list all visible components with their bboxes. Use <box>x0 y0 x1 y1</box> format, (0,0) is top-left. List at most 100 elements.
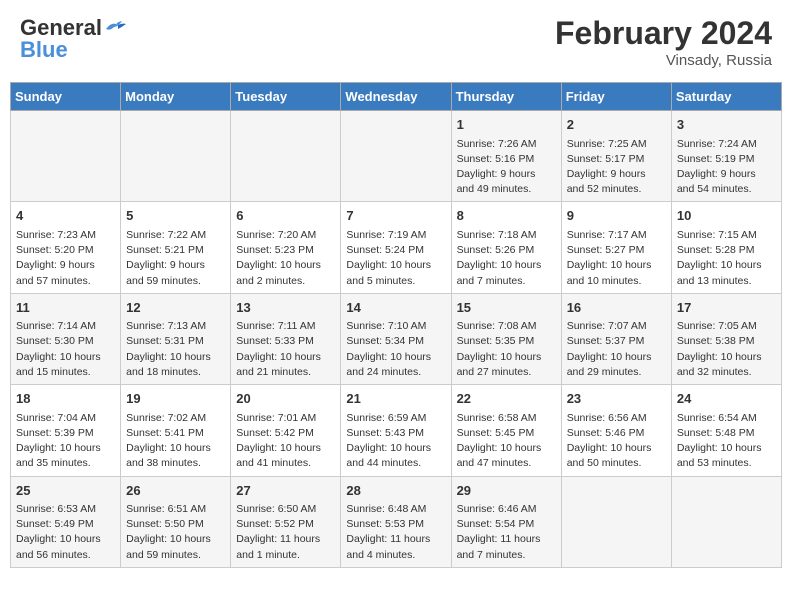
day-info: Sunrise: 7:23 AMSunset: 5:20 PMDaylight:… <box>16 228 115 289</box>
calendar-cell <box>121 111 231 202</box>
day-number: 27 <box>236 481 335 501</box>
day-number: 9 <box>567 206 666 226</box>
day-number: 28 <box>346 481 445 501</box>
day-number: 15 <box>457 298 556 318</box>
calendar-week-2: 4Sunrise: 7:23 AMSunset: 5:20 PMDaylight… <box>11 202 782 293</box>
day-info: Sunrise: 7:05 AMSunset: 5:38 PMDaylight:… <box>677 319 776 380</box>
location: Vinsady, Russia <box>555 52 772 69</box>
day-number: 7 <box>346 206 445 226</box>
header-row: Sunday Monday Tuesday Wednesday Thursday… <box>11 83 782 111</box>
day-info: Sunrise: 7:18 AMSunset: 5:26 PMDaylight:… <box>457 228 556 289</box>
calendar-cell: 13Sunrise: 7:11 AMSunset: 5:33 PMDayligh… <box>231 293 341 384</box>
day-info: Sunrise: 7:08 AMSunset: 5:35 PMDaylight:… <box>457 319 556 380</box>
day-number: 14 <box>346 298 445 318</box>
calendar-cell: 25Sunrise: 6:53 AMSunset: 5:49 PMDayligh… <box>11 476 121 567</box>
day-info: Sunrise: 6:50 AMSunset: 5:52 PMDaylight:… <box>236 502 335 563</box>
logo: General Blue <box>20 15 126 63</box>
calendar-cell: 23Sunrise: 6:56 AMSunset: 5:46 PMDayligh… <box>561 385 671 476</box>
day-number: 26 <box>126 481 225 501</box>
calendar-cell: 14Sunrise: 7:10 AMSunset: 5:34 PMDayligh… <box>341 293 451 384</box>
day-info: Sunrise: 6:58 AMSunset: 5:45 PMDaylight:… <box>457 411 556 472</box>
calendar-week-1: 1Sunrise: 7:26 AMSunset: 5:16 PMDaylight… <box>11 111 782 202</box>
calendar-cell: 27Sunrise: 6:50 AMSunset: 5:52 PMDayligh… <box>231 476 341 567</box>
title-block: February 2024 Vinsady, Russia <box>555 15 772 69</box>
col-friday: Friday <box>561 83 671 111</box>
col-tuesday: Tuesday <box>231 83 341 111</box>
calendar-cell: 26Sunrise: 6:51 AMSunset: 5:50 PMDayligh… <box>121 476 231 567</box>
day-info: Sunrise: 7:17 AMSunset: 5:27 PMDaylight:… <box>567 228 666 289</box>
calendar-cell <box>341 111 451 202</box>
day-info: Sunrise: 6:48 AMSunset: 5:53 PMDaylight:… <box>346 502 445 563</box>
calendar-week-4: 18Sunrise: 7:04 AMSunset: 5:39 PMDayligh… <box>11 385 782 476</box>
day-info: Sunrise: 7:14 AMSunset: 5:30 PMDaylight:… <box>16 319 115 380</box>
day-info: Sunrise: 7:19 AMSunset: 5:24 PMDaylight:… <box>346 228 445 289</box>
calendar-cell: 22Sunrise: 6:58 AMSunset: 5:45 PMDayligh… <box>451 385 561 476</box>
calendar-cell <box>11 111 121 202</box>
calendar-week-3: 11Sunrise: 7:14 AMSunset: 5:30 PMDayligh… <box>11 293 782 384</box>
day-number: 23 <box>567 389 666 409</box>
day-number: 2 <box>567 115 666 135</box>
calendar-cell: 17Sunrise: 7:05 AMSunset: 5:38 PMDayligh… <box>671 293 781 384</box>
day-info: Sunrise: 7:01 AMSunset: 5:42 PMDaylight:… <box>236 411 335 472</box>
day-number: 18 <box>16 389 115 409</box>
calendar-cell: 4Sunrise: 7:23 AMSunset: 5:20 PMDaylight… <box>11 202 121 293</box>
day-number: 22 <box>457 389 556 409</box>
calendar-cell: 2Sunrise: 7:25 AMSunset: 5:17 PMDaylight… <box>561 111 671 202</box>
page-header: General Blue February 2024 Vinsady, Russ… <box>10 10 782 74</box>
day-info: Sunrise: 7:15 AMSunset: 5:28 PMDaylight:… <box>677 228 776 289</box>
calendar-cell: 18Sunrise: 7:04 AMSunset: 5:39 PMDayligh… <box>11 385 121 476</box>
calendar-cell <box>671 476 781 567</box>
calendar-header: Sunday Monday Tuesday Wednesday Thursday… <box>11 83 782 111</box>
day-number: 16 <box>567 298 666 318</box>
col-wednesday: Wednesday <box>341 83 451 111</box>
day-info: Sunrise: 6:59 AMSunset: 5:43 PMDaylight:… <box>346 411 445 472</box>
calendar-cell: 8Sunrise: 7:18 AMSunset: 5:26 PMDaylight… <box>451 202 561 293</box>
day-number: 6 <box>236 206 335 226</box>
logo-blue: Blue <box>20 37 68 63</box>
day-number: 13 <box>236 298 335 318</box>
day-info: Sunrise: 7:22 AMSunset: 5:21 PMDaylight:… <box>126 228 225 289</box>
day-info: Sunrise: 7:04 AMSunset: 5:39 PMDaylight:… <box>16 411 115 472</box>
month-title: February 2024 <box>555 15 772 52</box>
day-info: Sunrise: 7:20 AMSunset: 5:23 PMDaylight:… <box>236 228 335 289</box>
calendar-cell: 11Sunrise: 7:14 AMSunset: 5:30 PMDayligh… <box>11 293 121 384</box>
calendar-cell: 5Sunrise: 7:22 AMSunset: 5:21 PMDaylight… <box>121 202 231 293</box>
calendar-cell: 6Sunrise: 7:20 AMSunset: 5:23 PMDaylight… <box>231 202 341 293</box>
day-info: Sunrise: 6:56 AMSunset: 5:46 PMDaylight:… <box>567 411 666 472</box>
day-info: Sunrise: 6:54 AMSunset: 5:48 PMDaylight:… <box>677 411 776 472</box>
col-monday: Monday <box>121 83 231 111</box>
day-number: 17 <box>677 298 776 318</box>
day-number: 24 <box>677 389 776 409</box>
calendar-cell: 28Sunrise: 6:48 AMSunset: 5:53 PMDayligh… <box>341 476 451 567</box>
calendar-cell: 15Sunrise: 7:08 AMSunset: 5:35 PMDayligh… <box>451 293 561 384</box>
day-number: 25 <box>16 481 115 501</box>
calendar-cell: 16Sunrise: 7:07 AMSunset: 5:37 PMDayligh… <box>561 293 671 384</box>
day-number: 21 <box>346 389 445 409</box>
day-info: Sunrise: 7:24 AMSunset: 5:19 PMDaylight:… <box>677 137 776 198</box>
day-info: Sunrise: 7:25 AMSunset: 5:17 PMDaylight:… <box>567 137 666 198</box>
calendar-cell: 10Sunrise: 7:15 AMSunset: 5:28 PMDayligh… <box>671 202 781 293</box>
day-number: 10 <box>677 206 776 226</box>
col-sunday: Sunday <box>11 83 121 111</box>
day-info: Sunrise: 7:07 AMSunset: 5:37 PMDaylight:… <box>567 319 666 380</box>
calendar-cell: 3Sunrise: 7:24 AMSunset: 5:19 PMDaylight… <box>671 111 781 202</box>
calendar-cell: 12Sunrise: 7:13 AMSunset: 5:31 PMDayligh… <box>121 293 231 384</box>
logo-bird-icon <box>104 19 126 37</box>
calendar-body: 1Sunrise: 7:26 AMSunset: 5:16 PMDaylight… <box>11 111 782 568</box>
day-number: 3 <box>677 115 776 135</box>
day-info: Sunrise: 6:53 AMSunset: 5:49 PMDaylight:… <box>16 502 115 563</box>
day-number: 29 <box>457 481 556 501</box>
calendar-cell: 19Sunrise: 7:02 AMSunset: 5:41 PMDayligh… <box>121 385 231 476</box>
day-info: Sunrise: 7:26 AMSunset: 5:16 PMDaylight:… <box>457 137 556 198</box>
day-info: Sunrise: 7:02 AMSunset: 5:41 PMDaylight:… <box>126 411 225 472</box>
day-number: 1 <box>457 115 556 135</box>
calendar-table: Sunday Monday Tuesday Wednesday Thursday… <box>10 82 782 568</box>
calendar-cell <box>561 476 671 567</box>
col-thursday: Thursday <box>451 83 561 111</box>
calendar-cell: 21Sunrise: 6:59 AMSunset: 5:43 PMDayligh… <box>341 385 451 476</box>
day-number: 19 <box>126 389 225 409</box>
day-info: Sunrise: 7:13 AMSunset: 5:31 PMDaylight:… <box>126 319 225 380</box>
calendar-cell: 1Sunrise: 7:26 AMSunset: 5:16 PMDaylight… <box>451 111 561 202</box>
day-info: Sunrise: 7:11 AMSunset: 5:33 PMDaylight:… <box>236 319 335 380</box>
calendar-cell <box>231 111 341 202</box>
